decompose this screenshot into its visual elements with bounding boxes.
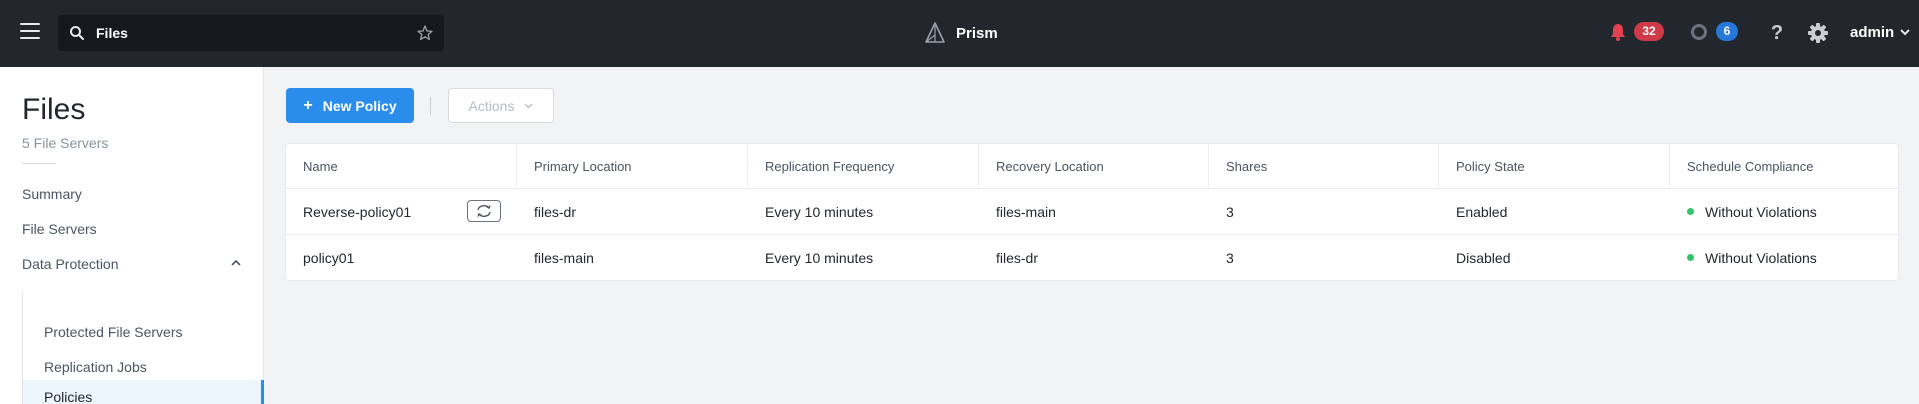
brand-name: Prism [956, 24, 998, 42]
column-header-primary-location[interactable]: Primary Location [517, 144, 748, 189]
top-navigation-bar: Prism 32 6 ? admin [0, 0, 1919, 67]
actions-label: Actions [468, 97, 515, 114]
gear-icon[interactable] [1807, 22, 1829, 44]
shares-cell: 3 [1226, 250, 1234, 266]
chevron-down-icon [1900, 29, 1910, 36]
toolbar-divider [430, 97, 431, 115]
shares-cell: 3 [1226, 204, 1234, 220]
plus-icon: + [303, 96, 313, 114]
replication-frequency-cell: Every 10 minutes [765, 204, 874, 220]
sidebar-item-protected-file-servers[interactable]: Protected File Servers [44, 324, 183, 340]
hamburger-menu-icon[interactable] [20, 23, 40, 41]
file-servers-count: 5 File Servers [22, 135, 109, 151]
tasks-count-badge: 6 [1716, 22, 1738, 41]
column-header-recovery-location[interactable]: Recovery Location [979, 144, 1209, 189]
column-header-shares[interactable]: Shares [1209, 144, 1439, 189]
schedule-compliance-cell: Without Violations [1670, 235, 1817, 281]
column-header-replication-frequency[interactable]: Replication Frequency [748, 144, 979, 189]
schedule-compliance-cell: Without Violations [1670, 189, 1817, 235]
status-dot-icon [1687, 254, 1694, 261]
policy-name-cell: Reverse-policy01 [286, 189, 411, 235]
table-header: Name Primary Location Replication Freque… [286, 144, 1898, 189]
tasks-circle-icon [1691, 23, 1707, 40]
tasks-button[interactable]: 6 [1690, 22, 1738, 41]
recovery-location-cell: files-main [996, 204, 1056, 220]
sidebar-item-policies[interactable]: Policies [44, 389, 92, 404]
actions-dropdown[interactable]: Actions [448, 88, 554, 123]
policies-table: Name Primary Location Replication Freque… [286, 144, 1898, 280]
active-item-indicator [261, 380, 264, 404]
alerts-count-badge: 32 [1634, 22, 1664, 41]
policy-state-cell: Disabled [1456, 250, 1511, 266]
sidebar-item-file-servers[interactable]: File Servers [22, 221, 97, 237]
column-header-schedule-compliance[interactable]: Schedule Compliance [1670, 144, 1898, 189]
bell-icon [1611, 23, 1625, 41]
column-header-policy-state[interactable]: Policy State [1439, 144, 1670, 189]
alerts-button[interactable]: 32 [1610, 22, 1664, 41]
new-policy-button[interactable]: + New Policy [286, 88, 414, 123]
brand-logo[interactable]: Prism [924, 21, 998, 45]
star-icon[interactable] [416, 24, 434, 42]
chevron-down-icon [524, 103, 533, 108]
search-input[interactable] [96, 15, 396, 51]
table-row[interactable]: policy01 files-main Every 10 minutes fil… [286, 235, 1898, 281]
replication-frequency-cell: Every 10 minutes [765, 250, 874, 266]
sync-icon[interactable] [467, 200, 501, 222]
chevron-up-icon[interactable] [230, 259, 242, 267]
policy-state-cell: Enabled [1456, 204, 1508, 220]
policy-name-link[interactable]: policy01 [303, 250, 354, 266]
user-menu[interactable]: admin [1850, 24, 1910, 41]
user-name: admin [1850, 24, 1895, 41]
compliance-text: Without Violations [1705, 204, 1817, 220]
sidebar-item-replication-jobs[interactable]: Replication Jobs [44, 359, 147, 375]
column-header-name[interactable]: Name [286, 144, 517, 189]
policy-name-link[interactable]: Reverse-policy01 [303, 204, 411, 220]
sidebar-divider [22, 163, 56, 164]
data-protection-subnav: Protected File Servers Replication Jobs … [22, 291, 265, 404]
policy-name-cell: policy01 [286, 235, 354, 281]
sidebar-item-summary[interactable]: Summary [22, 186, 82, 202]
primary-location-cell: files-main [534, 250, 594, 266]
help-icon[interactable]: ? [1768, 22, 1786, 44]
table-row[interactable]: Reverse-policy01 files-dr Every 10 minut… [286, 189, 1898, 235]
prism-logo-icon [925, 22, 945, 43]
search-icon [70, 26, 84, 40]
search-box[interactable] [58, 15, 444, 51]
sidebar-item-data-protection[interactable]: Data Protection [22, 256, 119, 272]
compliance-text: Without Violations [1705, 250, 1817, 266]
status-dot-icon [1687, 208, 1694, 215]
sidebar: Files 5 File Servers Summary File Server… [0, 67, 265, 404]
page-title: Files [22, 93, 86, 126]
new-policy-label: New Policy [322, 97, 397, 114]
recovery-location-cell: files-dr [996, 250, 1039, 266]
primary-location-cell: files-dr [534, 204, 577, 220]
